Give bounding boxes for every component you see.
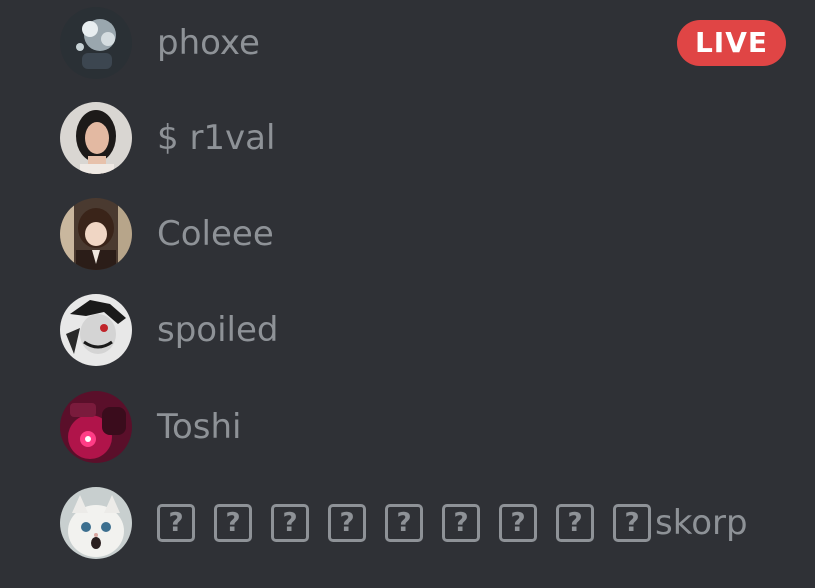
avatar[interactable] (60, 198, 132, 270)
missing-glyph-icon: ? (328, 504, 366, 542)
member-row-toshi[interactable]: Toshi (60, 391, 790, 463)
missing-glyph-icon: ? (157, 504, 195, 542)
live-badge: LIVE (676, 20, 786, 66)
avatar[interactable] (60, 391, 132, 463)
member-name[interactable]: $ r1val (157, 118, 275, 158)
member-name[interactable]: phoxe (157, 23, 260, 63)
member-row-phoxe[interactable]: phoxe LIVE (60, 7, 790, 79)
missing-glyph-icon: ? (613, 504, 651, 542)
missing-glyph-icon: ? (271, 504, 309, 542)
missing-glyph-icon: ? (556, 504, 594, 542)
avatar-r1val-image (60, 102, 132, 174)
avatar[interactable] (60, 294, 132, 366)
avatar[interactable] (60, 102, 132, 174)
avatar-spoiled-image (60, 294, 132, 366)
missing-glyph-icon: ? (499, 504, 537, 542)
missing-glyph-icon: ? (442, 504, 480, 542)
avatar-coleee-image (60, 198, 132, 270)
avatar[interactable] (60, 487, 132, 559)
member-row-skorp[interactable]: ? ? ? ? ? ? ? ? ? skorp (60, 487, 790, 559)
member-name[interactable]: Toshi (157, 407, 242, 447)
avatar-skorp-image (60, 487, 132, 559)
missing-glyph-icon: ? (385, 504, 423, 542)
member-name[interactable]: ? ? ? ? ? ? ? ? ? skorp (157, 503, 748, 543)
member-row-coleee[interactable]: Coleee (60, 198, 790, 270)
member-name[interactable]: Coleee (157, 214, 274, 254)
name-glyphs: ? ? ? ? ? ? ? ? ? skorp (157, 503, 748, 543)
avatar[interactable] (60, 7, 132, 79)
member-row-r1val[interactable]: $ r1val (60, 102, 790, 174)
avatar-toshi-image (60, 391, 132, 463)
avatar-phoxe-image (60, 7, 132, 79)
missing-glyph-icon: ? (214, 504, 252, 542)
member-row-spoiled[interactable]: spoiled (60, 294, 790, 366)
member-name[interactable]: spoiled (157, 310, 279, 350)
member-name-suffix: skorp (655, 503, 748, 543)
member-list: phoxe LIVE $ r1val Coleee spoiled Toshi … (0, 0, 815, 588)
